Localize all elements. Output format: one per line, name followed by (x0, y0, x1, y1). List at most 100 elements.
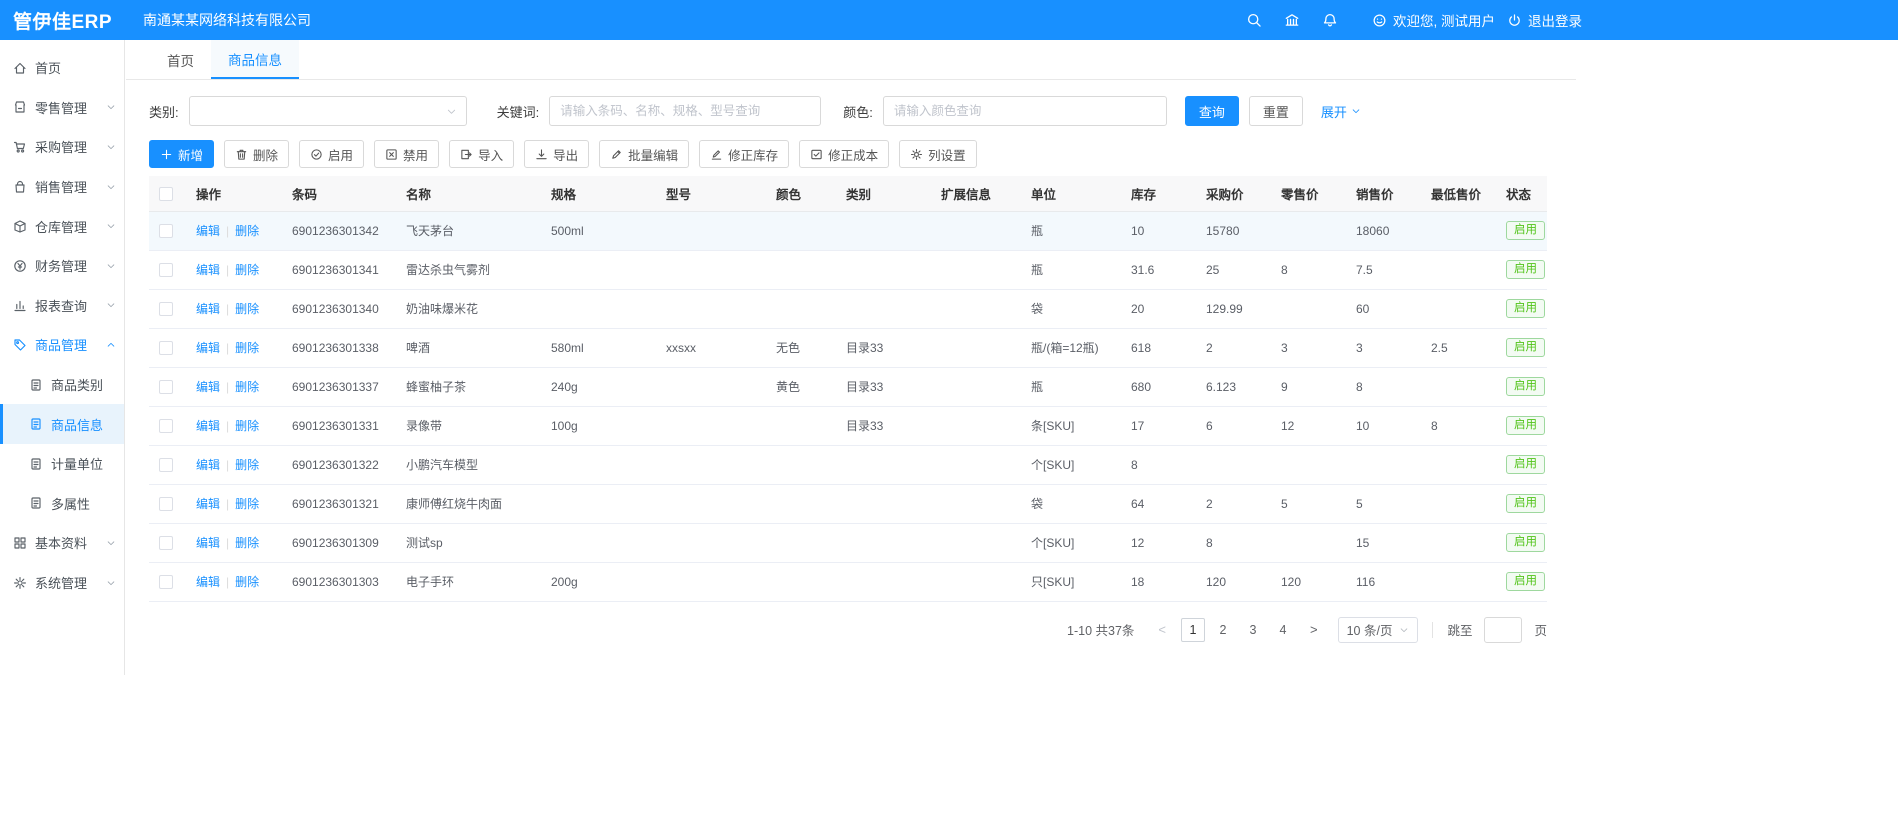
sidebar-item-report[interactable]: 报表查询 (0, 286, 124, 326)
sidebar-item-retail[interactable]: 零售管理 (0, 88, 124, 128)
edit-link[interactable]: 编辑 (196, 341, 220, 355)
sidebar-item-label: 基本资料 (35, 533, 87, 552)
page-3-button[interactable]: 3 (1241, 618, 1265, 642)
sidebar-item-basic-data[interactable]: 基本资料 (0, 523, 124, 563)
category-select[interactable] (189, 96, 467, 126)
cell-min (1421, 523, 1496, 562)
disable-button[interactable]: 禁用 (374, 140, 439, 168)
row-checkbox[interactable] (159, 497, 173, 511)
row-checkbox[interactable] (159, 458, 173, 472)
cell-model: xxsxx (656, 328, 766, 367)
keyword-input[interactable] (549, 96, 821, 126)
gear-icon (910, 148, 923, 161)
sidebar-item-purchase[interactable]: 采购管理 (0, 127, 124, 167)
column-header: 库存 (1121, 176, 1196, 211)
edit-link[interactable]: 编辑 (196, 497, 220, 511)
edit-link[interactable]: 编辑 (196, 302, 220, 316)
edit-link[interactable]: 编辑 (196, 458, 220, 472)
sidebar-item-goods[interactable]: 商品管理 (0, 325, 124, 365)
prev-page-button[interactable]: < (1152, 622, 1172, 637)
row-checkbox[interactable] (159, 536, 173, 550)
delete-link[interactable]: 删除 (235, 575, 259, 589)
row-checkbox[interactable] (159, 380, 173, 394)
reset-button[interactable]: 重置 (1249, 96, 1303, 126)
cell-retail: 3 (1271, 328, 1346, 367)
edit-link[interactable]: 编辑 (196, 263, 220, 277)
color-input[interactable] (883, 96, 1167, 126)
tab-home[interactable]: 首页 (150, 40, 211, 79)
delete-link[interactable]: 删除 (235, 458, 259, 472)
sidebar-item-label: 商品类别 (51, 375, 103, 394)
edit-link[interactable]: 编辑 (196, 575, 220, 589)
sidebar-item-label: 采购管理 (35, 137, 87, 156)
select-all-checkbox[interactable] (159, 187, 173, 201)
import-button[interactable]: 导入 (449, 140, 514, 168)
enable-button[interactable]: 启用 (299, 140, 364, 168)
bell-icon[interactable] (1322, 12, 1338, 28)
sidebar-item-home[interactable]: 首页 (0, 48, 124, 88)
edit-link[interactable]: 编辑 (196, 536, 220, 550)
tab-product-info[interactable]: 商品信息 (211, 40, 299, 79)
sidebar-item-system[interactable]: 系统管理 (0, 563, 124, 603)
fix-stock-button[interactable]: 修正库存 (699, 140, 789, 168)
column-header: 状态 (1496, 176, 1547, 211)
cell-purchase: 2 (1196, 328, 1271, 367)
purchase-icon (13, 140, 27, 154)
next-page-button[interactable]: > (1304, 622, 1324, 637)
cell-name: 测试sp (396, 523, 541, 562)
delete-link[interactable]: 删除 (235, 263, 259, 277)
sidebar-item-multi-attribute[interactable]: 多属性 (0, 484, 124, 524)
export-icon (535, 148, 548, 161)
cell-sale: 5 (1346, 484, 1421, 523)
page-4-button[interactable]: 4 (1271, 618, 1295, 642)
bank-icon[interactable] (1284, 12, 1300, 28)
cell-status: 启用 (1496, 484, 1547, 523)
sidebar-item-label: 财务管理 (35, 256, 87, 275)
sidebar-item-warehouse[interactable]: 仓库管理 (0, 206, 124, 246)
export-button[interactable]: 导出 (524, 140, 589, 168)
sidebar-item-goods-info[interactable]: 商品信息 (0, 404, 124, 444)
batch-edit-button[interactable]: 批量编辑 (599, 140, 689, 168)
logout-button[interactable]: 退出登录 (1507, 10, 1582, 30)
cell-ext (931, 562, 1021, 601)
delete-link[interactable]: 删除 (235, 341, 259, 355)
cell-sale: 18060 (1346, 211, 1421, 250)
row-checkbox[interactable] (159, 224, 173, 238)
delete-link[interactable]: 删除 (235, 380, 259, 394)
cell-barcode: 6901236301309 (282, 523, 396, 562)
column-header: 销售价 (1346, 176, 1421, 211)
row-checkbox[interactable] (159, 419, 173, 433)
sidebar-item-goods-category[interactable]: 商品类别 (0, 365, 124, 405)
delete-link[interactable]: 删除 (235, 497, 259, 511)
sidebar-item-measure-unit[interactable]: 计量单位 (0, 444, 124, 484)
edit-link[interactable]: 编辑 (196, 419, 220, 433)
search-button[interactable]: 查询 (1185, 96, 1239, 126)
delete-link[interactable]: 删除 (235, 224, 259, 238)
delete-link[interactable]: 删除 (235, 419, 259, 433)
sidebar-item-finance[interactable]: 财务管理 (0, 246, 124, 286)
cell-model (656, 445, 766, 484)
row-checkbox[interactable] (159, 302, 173, 316)
fix-cost-button[interactable]: 修正成本 (799, 140, 889, 168)
page-1-button[interactable]: 1 (1181, 618, 1205, 642)
jump-page-input[interactable] (1484, 617, 1522, 643)
cell-stock: 8 (1121, 445, 1196, 484)
sidebar-item-label: 仓库管理 (35, 217, 87, 236)
delete-link[interactable]: 删除 (235, 302, 259, 316)
sidebar-item-sales[interactable]: 销售管理 (0, 167, 124, 207)
chevron-down-icon (106, 221, 116, 231)
edit-link[interactable]: 编辑 (196, 380, 220, 394)
page-size-select[interactable]: 10 条/页 (1338, 617, 1419, 643)
expand-toggle[interactable]: 展开 (1321, 102, 1361, 121)
add-button[interactable]: 新增 (149, 140, 214, 168)
row-checkbox[interactable] (159, 341, 173, 355)
delete-link[interactable]: 删除 (235, 536, 259, 550)
column-settings-button[interactable]: 列设置 (899, 140, 977, 168)
edit-link[interactable]: 编辑 (196, 224, 220, 238)
delete-button[interactable]: 删除 (224, 140, 289, 168)
page-2-button[interactable]: 2 (1211, 618, 1235, 642)
row-checkbox[interactable] (159, 263, 173, 277)
search-icon[interactable] (1246, 12, 1262, 28)
row-checkbox[interactable] (159, 575, 173, 589)
cell-purchase: 25 (1196, 250, 1271, 289)
